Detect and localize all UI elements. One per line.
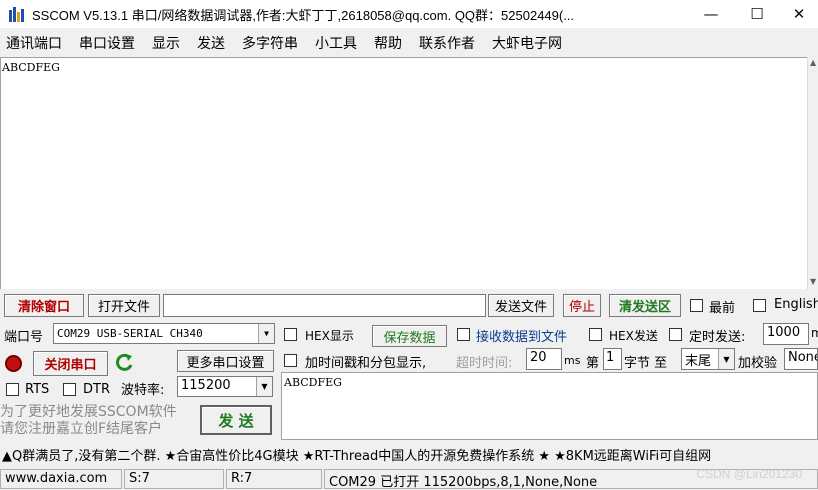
minimize-button[interactable]: — (688, 0, 734, 28)
send-button[interactable]: 发 送 (200, 405, 272, 435)
baud-rate-label: 波特率: (121, 383, 165, 398)
timed-send-label: 定时发送: (689, 330, 746, 345)
status-sent-count: S:7 (124, 469, 224, 489)
clear-send-area-button[interactable]: 清发送区 (609, 294, 681, 317)
menu-comm-port[interactable]: 通讯端口 (6, 33, 62, 53)
close-button[interactable]: ✕ (776, 0, 818, 28)
chevron-down-icon[interactable]: ▼ (718, 349, 734, 369)
menu-help[interactable]: 帮助 (374, 33, 402, 53)
timeout-label: 超时时间: (456, 356, 513, 371)
port-label: 端口号 (4, 330, 44, 345)
send-text-area[interactable]: ABCDFEG (281, 372, 818, 440)
checksum-label: 加校验 (738, 356, 778, 371)
save-data-button[interactable]: 保存数据 (372, 325, 447, 347)
baud-rate-select[interactable]: 115200 ▼ (177, 376, 273, 397)
menu-display[interactable]: 显示 (152, 33, 180, 53)
menu-contact-author[interactable]: 联系作者 (419, 33, 475, 53)
hex-display-checkbox[interactable] (284, 328, 297, 341)
recv-to-file-checkbox[interactable] (457, 328, 470, 341)
rts-label: RTS (25, 382, 50, 397)
recv-to-file-label[interactable]: 接收数据到文件 (476, 326, 567, 345)
timed-send-interval-input[interactable]: 1000 (763, 323, 809, 345)
front-most-label: 最前 (709, 301, 736, 316)
csdn-watermark: CSDN @Lin201230 (696, 467, 802, 481)
timestamp-checkbox[interactable] (284, 354, 297, 367)
app-icon (9, 7, 24, 22)
menu-daxia-site[interactable]: 大虾电子网 (492, 33, 562, 53)
baud-rate-value: 115200 (181, 378, 231, 393)
chevron-down-icon[interactable]: ▼ (256, 377, 272, 396)
rts-checkbox[interactable] (6, 383, 19, 396)
send-file-button[interactable]: 发送文件 (488, 294, 554, 317)
window-title: SSCOM V5.13.1 串口/网络数据调试器,作者:大虾丁丁,2618058… (32, 8, 575, 23)
dtr-label: DTR (83, 382, 110, 397)
timed-send-checkbox[interactable] (669, 328, 682, 341)
port-status-icon (5, 355, 22, 372)
maximize-button[interactable]: ☐ (734, 0, 780, 28)
receive-scrollbar[interactable]: ▲ ▼ (807, 57, 818, 289)
byte-end-value: 末尾 (685, 354, 712, 369)
promo-ticker[interactable]: ▲Q群满员了,没有第二个群. ★合宙高性价比4G模块 ★RT-Thread中国人… (0, 443, 818, 465)
more-port-settings-button[interactable]: 更多串口设置 (177, 350, 274, 372)
english-label: English (774, 297, 818, 312)
timeout-input[interactable]: 20 (526, 348, 562, 370)
status-received-count: R:7 (226, 469, 322, 489)
menu-bar: 通讯端口 串口设置 显示 发送 多字符串 小工具 帮助 联系作者 大虾电子网 (0, 30, 818, 56)
byte-start-input[interactable]: 1 (603, 348, 622, 370)
timestamp-label: 加时间戳和分包显示, (305, 356, 427, 371)
menu-multi-string[interactable]: 多字符串 (242, 33, 298, 53)
receive-text-area[interactable]: ABCDFEG (0, 57, 807, 289)
menu-send[interactable]: 发送 (197, 33, 225, 53)
clear-window-button[interactable]: 清除窗口 (4, 294, 84, 317)
open-file-button[interactable]: 打开文件 (88, 294, 160, 317)
menu-tools[interactable]: 小工具 (315, 33, 357, 53)
english-checkbox[interactable] (753, 299, 766, 312)
file-path-input[interactable] (163, 294, 486, 317)
menu-port-settings[interactable]: 串口设置 (79, 33, 135, 53)
port-select-value: COM29 USB-SERIAL CH340 (57, 327, 203, 340)
hex-send-checkbox[interactable] (589, 328, 602, 341)
status-bar: www.daxia.com S:7 R:7 COM29 已打开 115200bp… (0, 468, 818, 490)
checksum-select[interactable]: None (784, 348, 818, 370)
hex-display-label: HEX显示 (305, 329, 354, 343)
close-port-button[interactable]: 关闭串口 (33, 351, 108, 376)
hex-send-label: HEX发送 (609, 329, 658, 343)
scroll-up-icon[interactable]: ▲ (810, 59, 818, 67)
port-select[interactable]: COM29 USB-SERIAL CH340 ▼ (53, 323, 275, 344)
dtr-checkbox[interactable] (63, 383, 76, 396)
byte-prefix-label: 第 (586, 356, 600, 371)
byte-range-label: 字节 至 (624, 356, 668, 371)
front-most-checkbox[interactable] (690, 299, 703, 312)
scroll-down-icon[interactable]: ▼ (810, 278, 818, 286)
chevron-down-icon[interactable]: ▼ (258, 324, 274, 343)
refresh-icon[interactable] (115, 353, 135, 373)
register-promo-text[interactable]: 为了更好地发展SSCOM软件 请您注册嘉立创F结尾客户 (0, 404, 177, 438)
byte-end-select[interactable]: 末尾 ▼ (681, 348, 735, 370)
timed-send-unit: m (811, 326, 818, 340)
stop-button[interactable]: 停止 (563, 294, 601, 317)
status-website[interactable]: www.daxia.com (0, 469, 122, 489)
timeout-unit: ms (564, 354, 581, 367)
